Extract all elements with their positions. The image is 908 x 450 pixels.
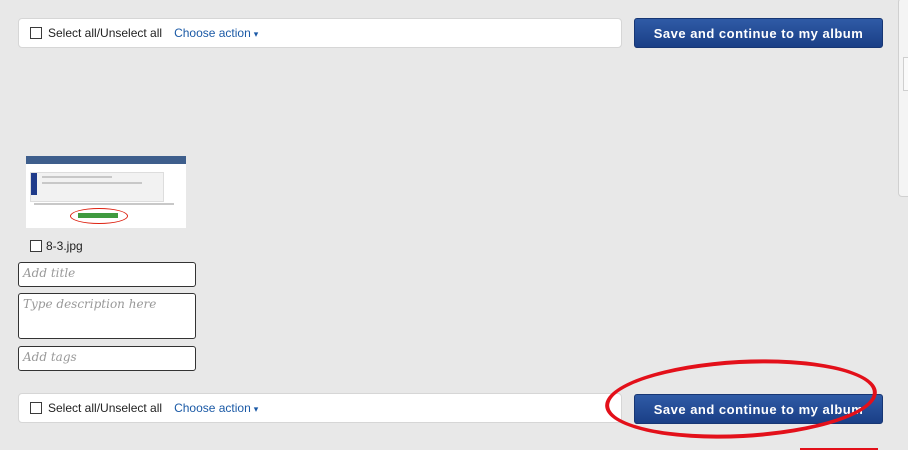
photo-filename: 8-3.jpg xyxy=(46,239,83,253)
description-textarea[interactable]: Type description here xyxy=(18,293,196,339)
choose-action-label: Choose action xyxy=(174,401,251,415)
thumbnail-header xyxy=(26,156,186,164)
choose-action-dropdown[interactable]: Choose action ▾ xyxy=(174,401,258,415)
side-panel-edge xyxy=(898,0,908,197)
add-tags-input[interactable]: Add tags xyxy=(18,346,196,371)
red-annotation-circle xyxy=(603,352,879,446)
select-all-checkbox[interactable] xyxy=(30,27,42,39)
thumbnail-bar xyxy=(31,173,37,195)
thumbnail-line xyxy=(42,176,112,178)
thumbnail-line xyxy=(34,203,174,205)
photo-select-checkbox[interactable] xyxy=(30,240,42,252)
top-toolbar: Select all/Unselect all Choose action ▾ xyxy=(18,18,622,48)
side-panel-tab[interactable] xyxy=(903,57,908,91)
select-all-checkbox[interactable] xyxy=(30,402,42,414)
add-title-input[interactable]: Add title xyxy=(18,262,196,287)
chevron-down-icon: ▾ xyxy=(253,404,259,414)
choose-action-dropdown[interactable]: Choose action ▾ xyxy=(174,26,258,40)
save-continue-button[interactable]: Save and continue to my album xyxy=(634,18,883,48)
select-all-label[interactable]: Select all/Unselect all xyxy=(48,26,162,40)
thumbnail-line xyxy=(42,182,142,184)
choose-action-label: Choose action xyxy=(174,26,251,40)
bottom-toolbar: Select all/Unselect all Choose action ▾ xyxy=(18,393,622,423)
photo-select-row: 8-3.jpg xyxy=(30,239,83,253)
chevron-down-icon: ▾ xyxy=(253,29,259,39)
photo-thumbnail[interactable] xyxy=(26,156,186,228)
select-all-label[interactable]: Select all/Unselect all xyxy=(48,401,162,415)
thumbnail-red-circle xyxy=(70,208,128,224)
